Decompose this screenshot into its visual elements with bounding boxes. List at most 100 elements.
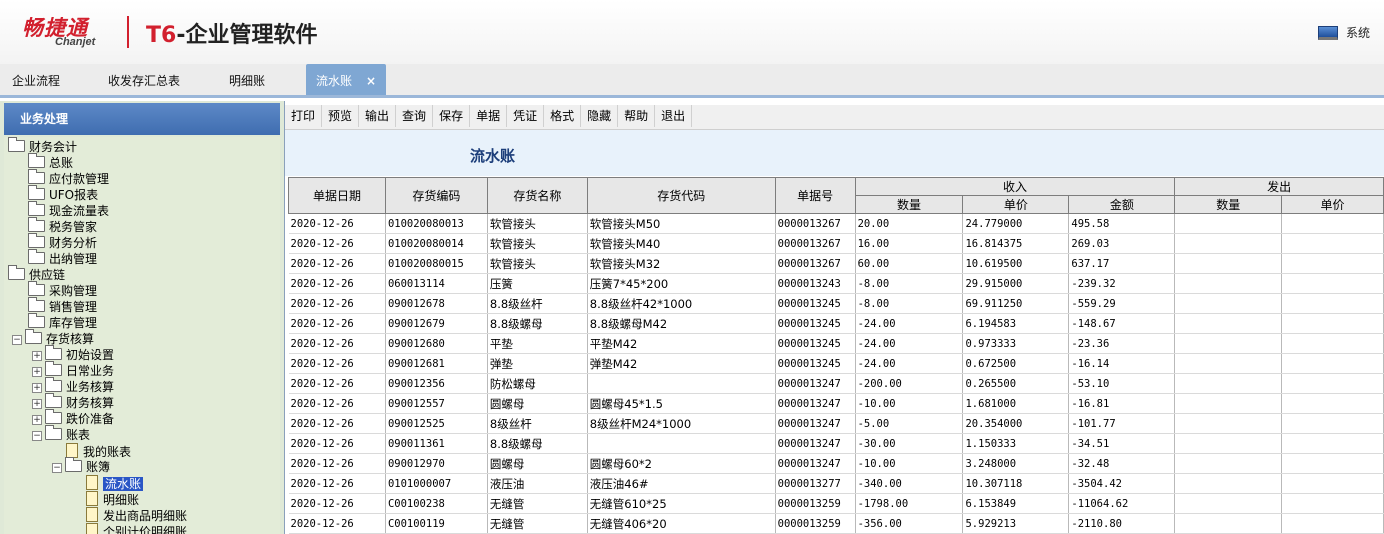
col-header-in-amount[interactable]: 金额: [1068, 195, 1176, 214]
table-cell: -10.00: [855, 453, 964, 474]
table-cell: 1.150333: [962, 433, 1070, 454]
document-button[interactable]: 单据: [470, 105, 508, 127]
table-row[interactable]: 2020-12-26 090012678 8.8级丝杆 8.8级丝杆42*1000 00…: [288, 293, 1384, 314]
table-cell: -8.00: [855, 293, 964, 314]
table-cell: -24.00: [855, 353, 964, 374]
exit-button[interactable]: 退出: [655, 105, 693, 127]
expand-icon[interactable]: +: [32, 351, 42, 361]
col-header-itemcode[interactable]: 存货代码: [586, 177, 776, 214]
table-row[interactable]: 2020-12-26 010020080015 软管接头 软管接头M32 0000013…: [288, 253, 1384, 274]
tree-node-analysis[interactable]: 财务分析: [28, 233, 97, 251]
table-row[interactable]: 2020-12-26 060013114 压簧 压簧7*45*200 000001324…: [288, 273, 1384, 294]
table-cell: -16.81: [1068, 393, 1176, 414]
tab-enterprise-flow[interactable]: 企业流程: [12, 64, 60, 95]
table-row[interactable]: 2020-12-26 090011361 8.8级螺母 0000013247 -30.0…: [288, 433, 1384, 454]
folder-icon: [28, 297, 45, 312]
tree-node-ap[interactable]: 应付款管理: [28, 169, 109, 187]
export-button[interactable]: 输出: [359, 105, 397, 127]
table-row[interactable]: 2020-12-26 090012557 圆螺母 圆螺母45*1.5 000001324…: [288, 393, 1384, 414]
table-row[interactable]: 2020-12-26 090012525 8级丝杆 8级丝杆M24*1000 00000…: [288, 413, 1384, 434]
tree-node-ledgers[interactable]: − 账簿: [52, 457, 110, 475]
table-cell: 0000013259: [775, 493, 856, 514]
table-row[interactable]: 2020-12-26 090012680 平垫 平垫M42 0000013245 -24.…: [288, 333, 1384, 354]
expand-icon[interactable]: +: [32, 415, 42, 425]
tab-detail-ledger[interactable]: 明细账: [229, 64, 265, 95]
tree-node-ufo[interactable]: UFO报表: [28, 185, 98, 203]
table-cell: [1281, 293, 1384, 314]
hide-button[interactable]: 隐藏: [581, 105, 619, 127]
col-header-name[interactable]: 存货名称: [486, 177, 588, 214]
format-button[interactable]: 格式: [544, 105, 582, 127]
table-cell: 090012678: [385, 293, 488, 314]
table-row[interactable]: 2020-12-26 090012356 防松螺母 0000013247 -200.00…: [288, 373, 1384, 394]
col-group-out: 发出: [1174, 177, 1384, 196]
col-header-out-price[interactable]: 单价: [1281, 195, 1384, 214]
table-row[interactable]: 2020-12-26 090012679 8.8级螺母 8.8级螺母M42 000001…: [288, 313, 1384, 334]
table-cell: -24.00: [855, 313, 964, 334]
col-header-date[interactable]: 单据日期: [288, 177, 386, 214]
print-button[interactable]: 打印: [285, 105, 323, 127]
tree-node-myreports[interactable]: 我的账表: [66, 443, 131, 459]
table-row[interactable]: 2020-12-26 C00100238 无缝管 无缝管610*25 000001325…: [288, 493, 1384, 514]
col-header-in-price[interactable]: 单价: [962, 195, 1070, 214]
table-cell: [1281, 353, 1384, 374]
tree-label: 供应链: [29, 268, 66, 282]
expand-icon[interactable]: +: [32, 367, 42, 377]
col-header-out-qty[interactable]: 数量: [1174, 195, 1283, 214]
table-cell: 5.929213: [962, 513, 1070, 534]
collapse-icon[interactable]: −: [52, 463, 62, 473]
tab-journal-label: 流水账: [316, 74, 353, 88]
table-cell: 2020-12-26: [288, 373, 386, 394]
collapse-icon[interactable]: −: [12, 335, 22, 345]
tree-node-detail[interactable]: 明细账: [86, 491, 139, 507]
tab-journal[interactable]: 流水账 ×: [306, 64, 387, 95]
table-cell: -356.00: [855, 513, 964, 534]
tree-node-sales[interactable]: 销售管理: [28, 297, 97, 315]
table-row[interactable]: 2020-12-26 010020080014 软管接头 软管接头M40 0000013…: [288, 233, 1384, 254]
tree-node-tax[interactable]: 税务管家: [28, 217, 97, 235]
tree-node-inventory[interactable]: 库存管理: [28, 313, 97, 331]
table-row[interactable]: 2020-12-26 010020080013 软管接头 软管接头M50 0000013…: [288, 213, 1384, 234]
table-cell: 弹垫M42: [587, 353, 776, 374]
table-cell: 8级丝杆: [487, 413, 588, 434]
table-cell: 软管接头M40: [587, 233, 776, 254]
help-button[interactable]: 帮助: [618, 105, 656, 127]
system-menu[interactable]: 系统: [1317, 24, 1370, 41]
tree-node-shipped[interactable]: 发出商品明细账: [86, 507, 187, 523]
expand-icon[interactable]: +: [32, 399, 42, 409]
table-cell: 090012970: [385, 453, 488, 474]
tree-node-specific[interactable]: 个别计价明细账: [86, 523, 187, 534]
table-row[interactable]: 2020-12-26 090012681 弹垫 弹垫M42 0000013245 -24.…: [288, 353, 1384, 374]
tree-node-reports[interactable]: − 账表: [32, 425, 90, 443]
collapse-icon[interactable]: −: [32, 431, 42, 441]
table-cell: [1281, 273, 1384, 294]
table-cell: 69.911250: [962, 293, 1070, 314]
query-button[interactable]: 查询: [396, 105, 434, 127]
voucher-button[interactable]: 凭证: [507, 105, 545, 127]
col-header-docno[interactable]: 单据号: [774, 177, 856, 214]
document-icon: [86, 491, 98, 506]
close-icon[interactable]: ×: [366, 74, 376, 88]
tab-summary[interactable]: 收发存汇总表: [108, 64, 180, 95]
table-row[interactable]: 2020-12-26 090012970 圆螺母 圆螺母60*2 0000013247-…: [288, 453, 1384, 474]
tree-label: 财务核算: [66, 396, 115, 410]
table-cell: [1281, 333, 1384, 354]
table-cell: 0000013245: [775, 333, 856, 354]
col-header-code[interactable]: 存货编码: [384, 177, 488, 214]
col-header-in-qty[interactable]: 数量: [854, 195, 964, 214]
preview-button[interactable]: 预览: [322, 105, 360, 127]
expand-icon[interactable]: +: [32, 383, 42, 393]
table-cell: 0000013245: [775, 353, 856, 374]
save-button[interactable]: 保存: [433, 105, 471, 127]
table-row[interactable]: 2020-12-26 0101000007 液压油 液压油46# 0000013277-…: [288, 473, 1384, 494]
tree-node-cashflow[interactable]: 现金流量表: [28, 201, 109, 219]
tree-node-cashier[interactable]: 出纳管理: [28, 249, 97, 267]
table-cell: 6.194583: [962, 313, 1070, 334]
table-cell: 0000013277: [775, 473, 856, 494]
table-cell: 60.00: [855, 253, 964, 274]
table-cell: 2020-12-26: [288, 513, 386, 534]
table-row[interactable]: 2020-12-26 C00100119 无缝管 无缝管406*20 000001325…: [288, 513, 1384, 534]
tree-node-finance[interactable]: 财务会计: [8, 137, 77, 155]
tree-node-journal[interactable]: 流水账: [86, 475, 144, 491]
tree-node-purchase[interactable]: 采购管理: [28, 281, 97, 299]
